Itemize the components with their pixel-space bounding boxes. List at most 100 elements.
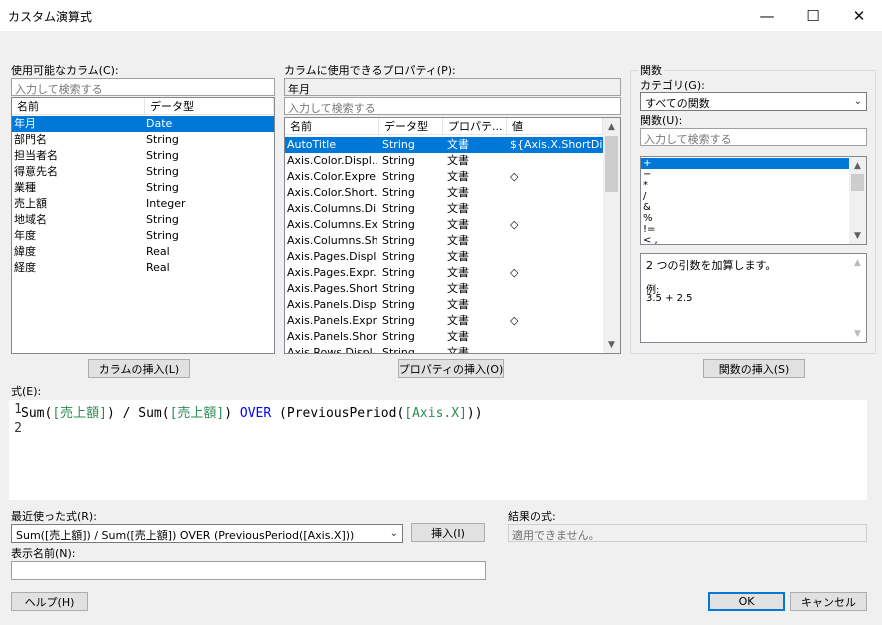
column-row[interactable]: 年度 String <box>12 228 274 244</box>
column-name: 得意先名 <box>14 165 58 178</box>
minimize-button[interactable]: — <box>744 0 790 31</box>
property-name: Axis.Columns.Sh... <box>287 234 377 247</box>
property-name: AutoTitle <box>287 138 337 151</box>
category-dropdown[interactable]: すべての関数 ⌄ <box>640 92 867 111</box>
columns-list[interactable]: 名前 データ型 年月 Date 部門名 String 担当者名 String 得意先名 Str… <box>11 97 275 354</box>
function-item[interactable]: * <box>641 180 849 191</box>
property-type: String <box>382 154 415 167</box>
function-item[interactable]: < , <box>641 235 849 244</box>
column-row[interactable]: 緯度 Real <box>12 244 274 260</box>
property-kind: 文書 <box>447 314 469 327</box>
expression-token: (PreviousPeriod( <box>271 406 405 421</box>
cancel-button[interactable]: キャンセル <box>790 592 867 611</box>
column-row[interactable]: 得意先名 String <box>12 164 274 180</box>
property-type: String <box>382 266 415 279</box>
property-row[interactable]: Axis.Pages.Expr... String 文書 ◇ <box>285 265 603 281</box>
column-row[interactable]: 業種 String <box>12 180 274 196</box>
property-row[interactable]: Axis.Panels.Disp... String 文書 <box>285 297 603 313</box>
maximize-button[interactable]: ☐ <box>790 0 836 31</box>
scroll-thumb[interactable] <box>851 174 864 191</box>
property-kind: 文書 <box>447 186 469 199</box>
property-name: Axis.Pages.Expr... <box>287 266 377 279</box>
insert-recent-button[interactable]: 挿入(I) <box>411 523 485 542</box>
property-row[interactable]: Axis.Panels.Shor... String 文書 <box>285 329 603 345</box>
property-name: Axis.Panels.Expr... <box>287 314 377 327</box>
insert-function-button[interactable]: 関数の挿入(S) <box>703 359 805 378</box>
function-item[interactable]: − <box>641 169 849 180</box>
column-header-type[interactable]: データ型 <box>145 98 274 115</box>
scroll-up-icon[interactable]: ▲ <box>849 157 866 174</box>
column-row[interactable]: 部門名 String <box>12 132 274 148</box>
function-item[interactable]: & <box>641 202 849 213</box>
property-value: ◇ <box>510 170 519 183</box>
property-row[interactable]: Axis.Pages.Displ... String 文書 <box>285 249 603 265</box>
property-header-value[interactable]: 値 <box>507 118 603 135</box>
expression-editor[interactable]: 1 2 Sum([売上額]) / Sum([売上額]) OVER (Previo… <box>9 400 867 500</box>
ok-button[interactable]: OK <box>708 592 785 611</box>
property-row[interactable]: Axis.Columns.Ex... String 文書 ◇ <box>285 217 603 233</box>
function-item[interactable]: != <box>641 224 849 235</box>
expression-token: )) <box>466 406 483 421</box>
property-header-prop[interactable]: プロパテ... <box>443 118 507 135</box>
chevron-down-icon: ⌄ <box>853 96 862 107</box>
recent-label: 最近使った式(R): <box>11 510 97 523</box>
scroll-thumb[interactable] <box>605 136 618 192</box>
property-row[interactable]: Axis.Columns.Di... String 文書 <box>285 201 603 217</box>
property-header-name[interactable]: 名前 <box>285 118 379 135</box>
column-row[interactable]: 地域名 String <box>12 212 274 228</box>
properties-scrollbar[interactable]: ▲ ▼ <box>603 118 620 353</box>
scroll-down-icon[interactable]: ▼ <box>603 336 620 353</box>
property-type: String <box>382 218 415 231</box>
property-type: String <box>382 202 415 215</box>
property-row[interactable]: AutoTitle String 文書 ${Axis.X.ShortDi... <box>285 137 604 153</box>
properties-list[interactable]: 名前 データ型 プロパテ... 値 AutoTitle String 文書 ${Axi… <box>284 117 621 354</box>
property-row[interactable]: Axis.Color.Displ... String 文書 <box>285 153 603 169</box>
property-kind: 文書 <box>447 330 469 343</box>
display-name-input[interactable] <box>11 561 486 580</box>
column-row[interactable]: 年月 Date <box>12 116 274 132</box>
functions-group-label: 関数 <box>638 62 664 78</box>
column-name: 年度 <box>14 229 36 242</box>
help-button[interactable]: ヘルプ(H) <box>11 592 88 611</box>
function-search-input[interactable]: 入力して検索する <box>640 128 867 146</box>
expression-token: ) / <box>106 406 139 421</box>
functions-list[interactable]: + − * / &% != < , ▲ ▼ <box>640 156 867 245</box>
column-row[interactable]: 担当者名 String <box>12 148 274 164</box>
property-row[interactable]: Axis.Panels.Expr... String 文書 ◇ <box>285 313 603 329</box>
column-row[interactable]: 経度 Real <box>12 260 274 276</box>
column-search-input[interactable]: 入力して検索する <box>11 78 275 96</box>
property-row[interactable]: Axis.Color.Short... String 文書 <box>285 185 603 201</box>
function-item[interactable]: + <box>641 158 849 169</box>
function-description: 2 つの引数を加算します。 <box>646 259 777 272</box>
properties-label: カラムに使用できるプロパティ(P): <box>284 64 456 77</box>
recent-value: Sum([売上額]) / Sum([売上額]) OVER (PreviousPe… <box>16 529 355 542</box>
property-row[interactable]: Axis.Color.Expre... String 文書 ◇ <box>285 169 603 185</box>
function-item[interactable]: / <box>641 191 849 202</box>
expression-token: OVER <box>239 406 272 421</box>
function-description-box: 2 つの引数を加算します。 例: 3.5 + 2.5 ▲ ▼ <box>640 253 867 343</box>
recent-dropdown[interactable]: Sum([売上額]) / Sum([売上額]) OVER (PreviousPe… <box>11 524 403 543</box>
function-item[interactable]: % <box>641 213 849 224</box>
column-header-name[interactable]: 名前 <box>12 98 145 115</box>
scroll-up-icon[interactable]: ▲ <box>603 118 620 135</box>
property-row[interactable]: Axis.Pages.Short... String 文書 <box>285 281 603 297</box>
scroll-down-icon[interactable]: ▼ <box>849 325 866 342</box>
close-button[interactable]: ✕ <box>836 0 882 31</box>
column-type: Date <box>146 117 173 130</box>
column-type: String <box>146 181 179 194</box>
scroll-up-icon[interactable]: ▲ <box>849 254 866 271</box>
insert-property-button[interactable]: プロパティの挿入(O) <box>398 359 504 378</box>
description-scrollbar[interactable]: ▲ ▼ <box>849 254 866 342</box>
column-row[interactable]: 売上額 Integer <box>12 196 274 212</box>
line-number: 2 <box>14 421 22 436</box>
insert-column-button[interactable]: カラムの挿入(L) <box>88 359 190 378</box>
expression-token: Sum( <box>138 406 170 421</box>
property-row[interactable]: Axis.Columns.Sh... String 文書 <box>285 233 603 249</box>
expression-code-line: Sum([売上額]) / Sum([売上額]) OVER (PreviousPe… <box>21 402 483 421</box>
property-header-type[interactable]: データ型 <box>379 118 443 135</box>
functions-scrollbar[interactable]: ▲ ▼ <box>849 157 866 244</box>
property-type: String <box>382 314 415 327</box>
property-search-input[interactable]: 入力して検索する <box>284 97 621 115</box>
property-row[interactable]: Axis.Rows.Displ... String 文書 <box>285 345 603 353</box>
scroll-down-icon[interactable]: ▼ <box>849 227 866 244</box>
